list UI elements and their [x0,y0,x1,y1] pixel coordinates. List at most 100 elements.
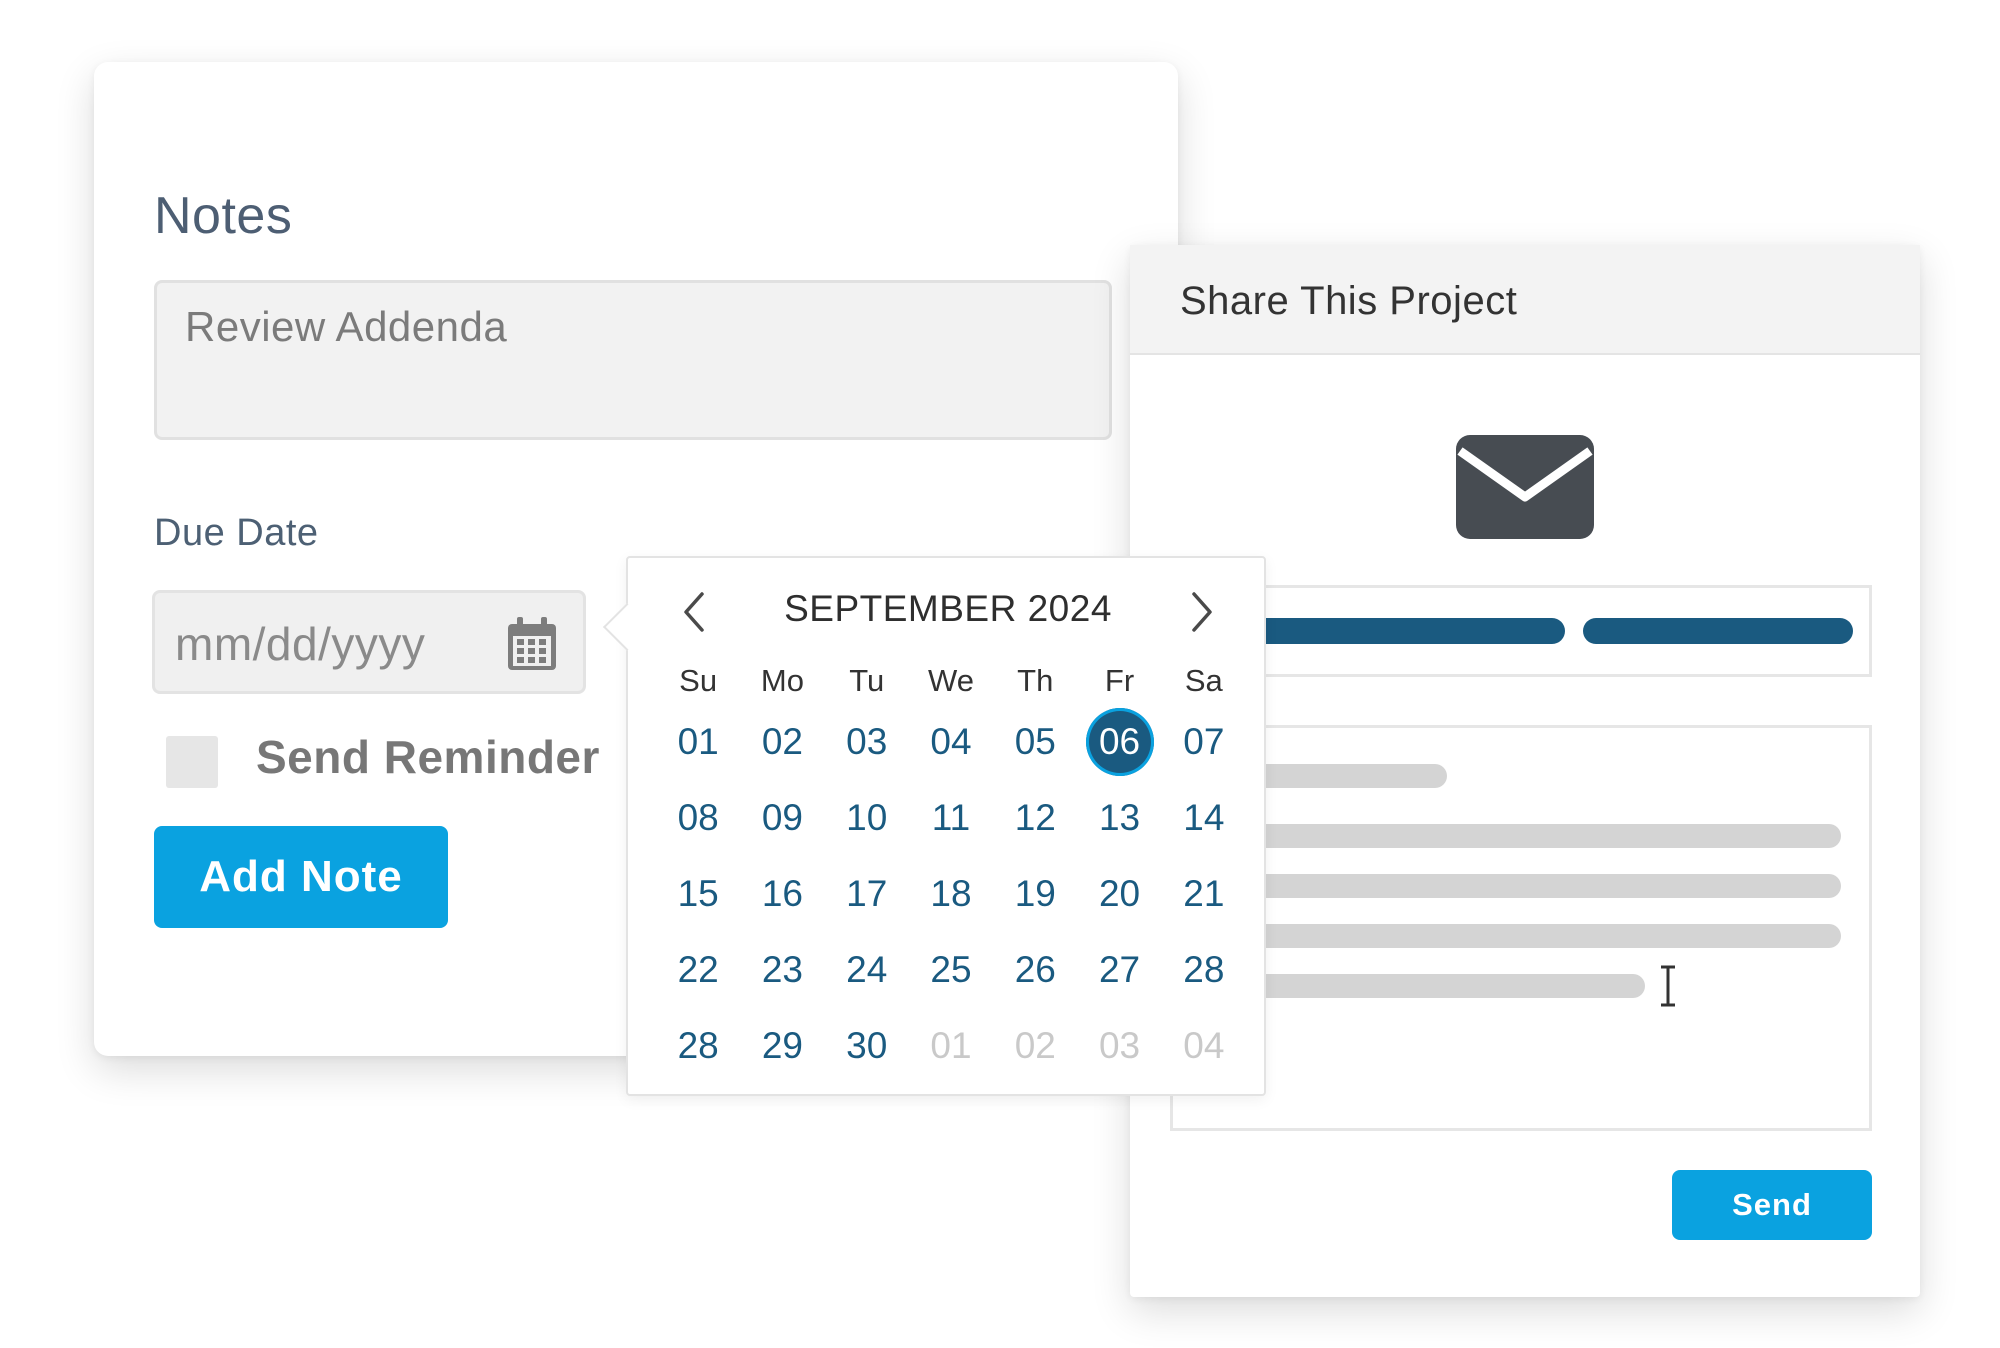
calendar-day[interactable]: 21 [1162,860,1246,928]
calendar-day-number: 28 [1183,949,1225,990]
message-line [1213,924,1841,948]
due-date-label: Due Date [154,512,319,554]
message-field[interactable] [1170,725,1872,1131]
due-date-input[interactable]: mm/dd/yyyy [152,590,586,694]
calendar-day-number: 16 [761,873,803,914]
calendar-day-number: 29 [761,1025,803,1066]
calendar-day-number: 10 [846,797,888,838]
datepicker-popover: SEPTEMBER 2024 Su Mo Tu We Th Fr Sa 01 02 03 04 05… [602,556,1266,1096]
calendar-day[interactable]: 16 [740,860,824,928]
calendar-day-number: 04 [1183,1025,1225,1066]
calendar-day-number: 18 [930,873,972,914]
calendar-week-row: 08 09 10 11 12 13 14 [656,780,1246,856]
calendar-day[interactable]: 02 [740,708,824,776]
calendar-day[interactable]: 28 [1162,936,1246,1004]
calendar-day[interactable]: 12 [993,784,1077,852]
calendar-day-number: 12 [1014,797,1056,838]
calendar-day[interactable]: 28 [656,1012,740,1080]
calendar-week-row: 01 02 03 04 05 06 07 [656,704,1246,780]
calendar-day-number: 27 [1098,949,1141,990]
calendar-day[interactable]: 10 [825,784,909,852]
calendar-week-row: 15 16 17 18 19 20 21 [656,856,1246,932]
calendar-day[interactable]: 01 [656,708,740,776]
calendar-icon[interactable] [505,615,559,673]
calendar-day[interactable]: 26 [993,936,1077,1004]
calendar-day-number: 30 [846,1025,888,1066]
calendar-day[interactable]: 09 [740,784,824,852]
weekday-label: Fr [1104,663,1135,698]
calendar-day[interactable]: 19 [993,860,1077,928]
calendar-day[interactable]: 13 [1077,784,1161,852]
calendar-day-selected[interactable]: 06 [1077,708,1161,776]
send-reminder-checkbox[interactable] [166,736,218,788]
calendar-week-row: 22 23 24 25 26 27 28 [656,932,1246,1008]
calendar-day[interactable]: 14 [1162,784,1246,852]
weekday-label: Tu [849,663,885,698]
calendar-day[interactable]: 04 [909,708,993,776]
weekday-label: We [928,663,974,698]
recipient-chip[interactable] [1583,618,1853,644]
calendar-day-outside-month[interactable]: 04 [1162,1012,1246,1080]
calendar-day-number: 02 [1014,1025,1056,1066]
calendar-day[interactable]: 17 [825,860,909,928]
calendar-day[interactable]: 23 [740,936,824,1004]
add-note-button[interactable]: Add Note [154,826,448,928]
message-line [1213,974,1645,998]
calendar-day[interactable]: 18 [909,860,993,928]
calendar-day-number: 22 [677,949,719,990]
datepicker-month-label: SEPTEMBER 2024 [784,588,1112,629]
share-header: Share This Project [1130,245,1920,355]
calendar-day-number: 23 [761,949,803,990]
calendar-day-number: 28 [677,1025,719,1066]
calendar-day-number: 07 [1183,721,1225,762]
calendar-day-number: 01 [930,1025,972,1066]
calendar-day-number: 09 [761,797,803,838]
send-reminder-label: Send Reminder [256,731,600,783]
calendar-day-number: 02 [761,721,803,762]
calendar-day[interactable]: 07 [1162,708,1246,776]
calendar-day-number: 14 [1183,797,1225,838]
calendar-day-number: 04 [930,721,972,762]
calendar-day[interactable]: 22 [656,936,740,1004]
calendar-day-number: 21 [1183,873,1225,914]
calendar-day-outside-month[interactable]: 01 [909,1012,993,1080]
weekday-label: Sa [1184,663,1223,698]
calendar-day-number: 24 [846,949,888,990]
calendar-day-outside-month[interactable]: 03 [1077,1012,1161,1080]
calendar-day[interactable]: 27 [1077,936,1161,1004]
calendar-day[interactable]: 08 [656,784,740,852]
calendar-day[interactable]: 05 [993,708,1077,776]
calendar-day-number: 03 [846,721,888,762]
calendar-day[interactable]: 11 [909,784,993,852]
calendar-day-outside-month[interactable]: 02 [993,1012,1077,1080]
calendar-day-number: 26 [1014,949,1056,990]
notes-title: Notes [154,187,293,245]
calendar-day-number: 17 [846,873,888,914]
calendar-day[interactable]: 24 [825,936,909,1004]
calendar-day-number: 19 [1014,873,1056,914]
chevron-left-icon[interactable] [678,588,708,636]
recipients-field[interactable] [1170,585,1872,677]
message-line [1213,824,1841,848]
send-button[interactable]: Send [1672,1170,1872,1240]
calendar-day-number: 15 [677,873,719,914]
text-cursor-icon [1661,965,1675,1007]
message-line [1213,874,1841,898]
chevron-right-icon[interactable] [1188,588,1218,636]
date-placeholder: mm/dd/yyyy [175,618,426,670]
datepicker-grid: Su Mo Tu We Th Fr Sa 01 02 03 04 05 06 07 08 09 10 11 12 1… [656,658,1246,1084]
calendar-day[interactable]: 29 [740,1012,824,1080]
calendar-day[interactable]: 25 [909,936,993,1004]
calendar-day[interactable]: 03 [825,708,909,776]
calendar-day[interactable]: 30 [825,1012,909,1080]
note-textarea[interactable]: Review Addenda [154,280,1112,440]
calendar-day-number: 25 [930,949,972,990]
calendar-day-number: 05 [1014,721,1056,762]
calendar-day[interactable]: 15 [656,860,740,928]
scene: Notes Review Addenda Due Date mm/dd/yyyy… [0,0,2000,1348]
calendar-day[interactable]: 20 [1077,860,1161,928]
calendar-day-number: 13 [1098,797,1141,838]
calendar-day-number: 03 [1098,1025,1141,1066]
weekday-header-row: Su Mo Tu We Th Fr Sa [656,658,1246,704]
envelope-icon [1456,435,1594,539]
